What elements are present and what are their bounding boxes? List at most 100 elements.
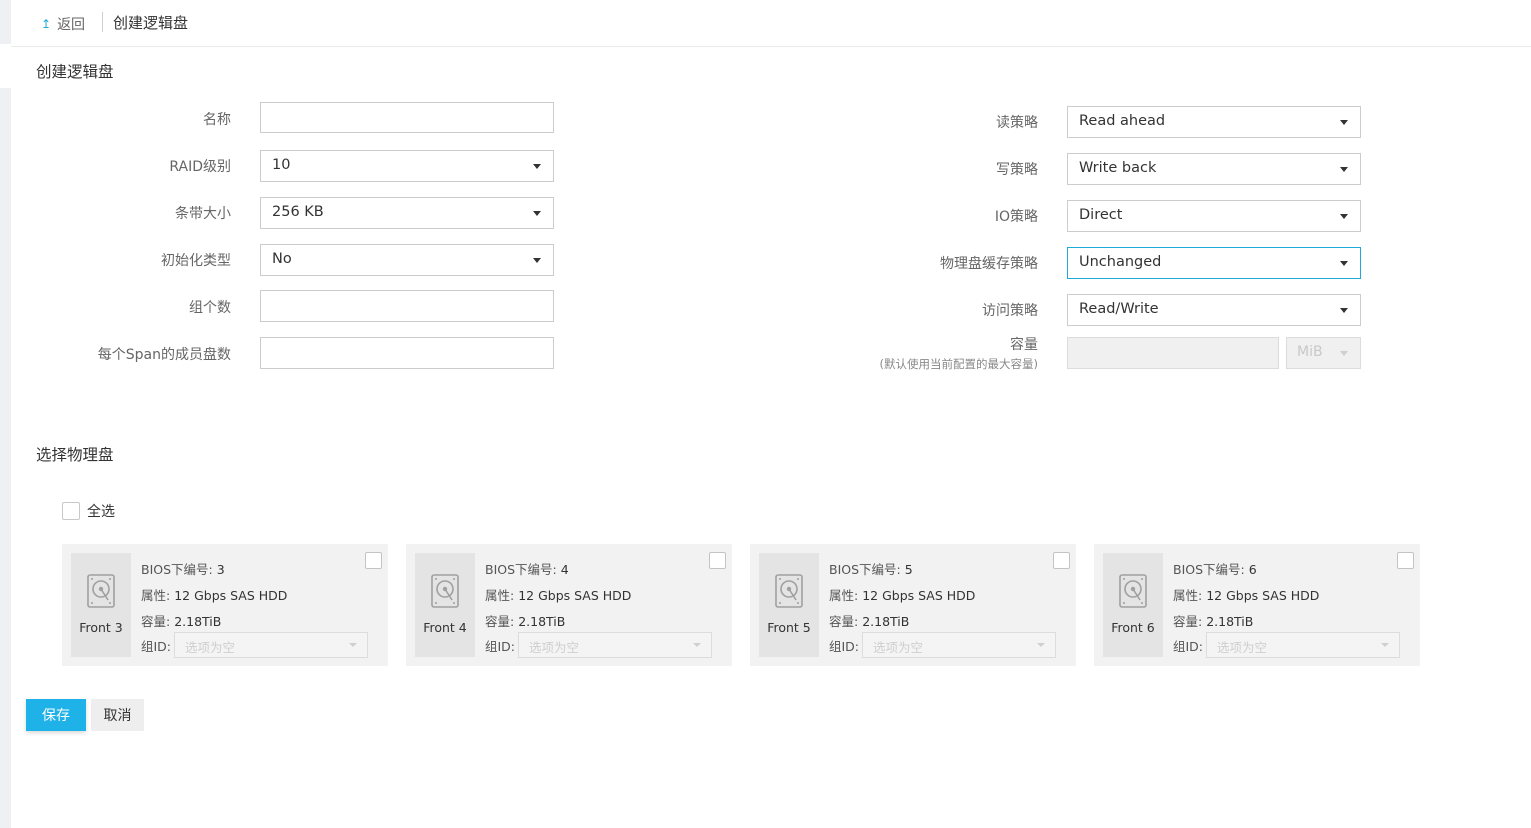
disk-bios-line: BIOS下编号: 5 (829, 559, 913, 578)
disk-group-select[interactable]: 选项为空 (518, 632, 713, 658)
disk-group-row: 组ID: 选项为空 (141, 632, 369, 658)
disk-attr-value: 12 Gbps SAS HDD (518, 588, 632, 603)
header-bar: ↥ 返回 创建逻辑盘 (11, 0, 1531, 47)
disk-group-row: 组ID: 选项为空 (1173, 632, 1401, 658)
back-link[interactable]: ↥ 返回 (41, 14, 85, 34)
disk-attr-label: 属性: (141, 588, 171, 603)
disk-cache-policy-label: 物理盘缓存策略 (940, 256, 1038, 272)
read-policy-label: 读策略 (996, 115, 1038, 131)
chevron-down-icon (1381, 643, 1390, 647)
access-policy-select[interactable]: Read/Write (1067, 294, 1361, 326)
stripe-size-label: 条带大小 (175, 206, 231, 222)
chevron-down-icon (1340, 120, 1348, 125)
access-policy-value: Read/Write (1079, 301, 1159, 317)
disk-name: Front 5 (767, 620, 811, 635)
disk-attr-value: 12 Gbps SAS HDD (1206, 588, 1320, 603)
capacity-unit-select[interactable]: MiB (1286, 337, 1361, 369)
disk-capacity-value: 2.18TiB (862, 614, 910, 629)
raid-level-select[interactable]: 10 (260, 150, 554, 182)
disk-capacity-value: 2.18TiB (174, 614, 222, 629)
name-input[interactable] (260, 102, 554, 133)
group-count-label: 组个数 (189, 300, 231, 316)
save-button[interactable]: 保存 (26, 699, 86, 731)
read-policy-select[interactable]: Read ahead (1067, 106, 1361, 138)
disk-card[interactable]: Front 6 BIOS下编号: 6 属性: 12 Gbps SAS HDD 容… (1094, 544, 1420, 666)
disk-icon-box: Front 4 (415, 553, 475, 657)
hard-drive-icon (87, 574, 115, 608)
disk-group-row: 组ID: 选项为空 (485, 632, 713, 658)
chevron-down-icon (533, 258, 541, 263)
disk-attr-label: 属性: (1173, 588, 1203, 603)
io-policy-select[interactable]: Direct (1067, 200, 1361, 232)
disk-group-select[interactable]: 选项为空 (862, 632, 1057, 658)
header-divider (102, 12, 103, 32)
span-members-label: 每个Span的成员盘数 (97, 347, 231, 363)
group-count-input[interactable] (260, 290, 554, 322)
disk-card[interactable]: Front 4 BIOS下编号: 4 属性: 12 Gbps SAS HDD 容… (406, 544, 732, 666)
write-policy-value: Write back (1079, 160, 1157, 176)
disk-group-select[interactable]: 选项为空 (1206, 632, 1401, 658)
disk-bios-label: BIOS下编号: (829, 562, 901, 577)
hard-drive-icon (1119, 574, 1147, 608)
select-all-checkbox[interactable] (62, 502, 80, 520)
disk-bios-label: BIOS下编号: (485, 562, 557, 577)
disk-capacity-line: 容量: 2.18TiB (829, 611, 909, 630)
disk-checkbox[interactable] (365, 552, 382, 569)
page-title: 创建逻辑盘 (113, 14, 189, 32)
disk-icon-box: Front 5 (759, 553, 819, 657)
capacity-label: 容量 (1010, 337, 1038, 353)
disk-bios-line: BIOS下编号: 3 (141, 559, 225, 578)
disk-bios-value: 5 (904, 562, 913, 577)
write-policy-select[interactable]: Write back (1067, 153, 1361, 185)
chevron-down-icon (533, 164, 541, 169)
raid-level-label: RAID级别 (169, 159, 231, 175)
disk-attr-value: 12 Gbps SAS HDD (174, 588, 288, 603)
disk-cache-policy-select[interactable]: Unchanged (1067, 247, 1361, 279)
disk-attr-line: 属性: 12 Gbps SAS HDD (141, 585, 287, 604)
disk-capacity-line: 容量: 2.18TiB (1173, 611, 1253, 630)
disk-group-placeholder: 选项为空 (185, 640, 236, 655)
disk-group-select[interactable]: 选项为空 (174, 632, 369, 658)
disk-card[interactable]: Front 3 BIOS下编号: 3 属性: 12 Gbps SAS HDD 容… (62, 544, 388, 666)
disk-checkbox[interactable] (709, 552, 726, 569)
chevron-down-icon (1037, 643, 1046, 647)
capacity-hint: (默认使用当前配置的最大容量) (879, 357, 1038, 371)
stripe-size-select[interactable]: 256 KB (260, 197, 554, 229)
init-type-value: No (272, 251, 292, 267)
init-type-label: 初始化类型 (161, 253, 231, 269)
span-members-input[interactable] (260, 337, 554, 369)
disk-card[interactable]: Front 5 BIOS下编号: 5 属性: 12 Gbps SAS HDD 容… (750, 544, 1076, 666)
disk-group-row: 组ID: 选项为空 (829, 632, 1057, 658)
disk-checkbox[interactable] (1397, 552, 1414, 569)
disk-icon-box: Front 3 (71, 553, 131, 657)
disk-capacity-value: 2.18TiB (1206, 614, 1254, 629)
read-policy-value: Read ahead (1079, 113, 1166, 129)
disk-capacity-label: 容量: (485, 614, 515, 629)
disk-capacity-line: 容量: 2.18TiB (485, 611, 565, 630)
capacity-input[interactable] (1067, 337, 1279, 369)
disk-attr-line: 属性: 12 Gbps SAS HDD (829, 585, 975, 604)
select-all-label: 全选 (87, 504, 115, 520)
disk-bios-line: BIOS下编号: 6 (1173, 559, 1257, 578)
section-title-disks: 选择物理盘 (36, 446, 114, 464)
back-label: 返回 (57, 17, 86, 33)
disk-attr-line: 属性: 12 Gbps SAS HDD (1173, 585, 1319, 604)
disk-checkbox[interactable] (1053, 552, 1070, 569)
left-nav-strip-top (0, 0, 11, 44)
disk-capacity-label: 容量: (1173, 614, 1203, 629)
left-nav-strip (0, 88, 11, 828)
hard-drive-icon (431, 574, 459, 608)
disk-cache-policy-value: Unchanged (1079, 254, 1162, 270)
init-type-select[interactable]: No (260, 244, 554, 276)
disk-bios-label: BIOS下编号: (141, 562, 213, 577)
chevron-down-icon (1340, 261, 1348, 266)
chevron-down-icon (1340, 308, 1348, 313)
cancel-button[interactable]: 取消 (91, 699, 144, 731)
disk-bios-label: BIOS下编号: (1173, 562, 1245, 577)
raid-level-value: 10 (272, 157, 291, 173)
disk-bios-value: 3 (216, 562, 225, 577)
disk-group-label: 组ID: (485, 638, 516, 654)
disk-group-label: 组ID: (1173, 638, 1204, 654)
disk-name: Front 3 (79, 620, 123, 635)
disk-name: Front 4 (423, 620, 467, 635)
